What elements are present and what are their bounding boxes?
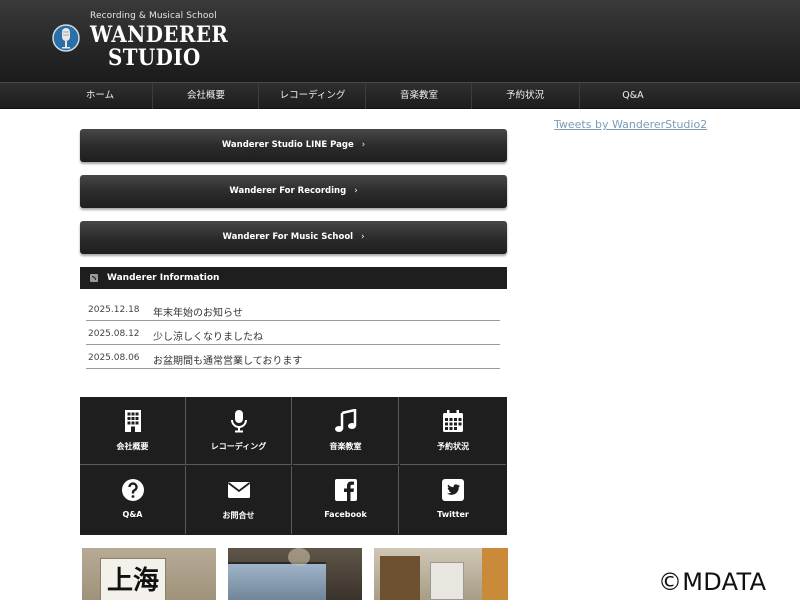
news-title[interactable]: 年末年始のお知らせ — [153, 304, 243, 319]
grid-item-label: 会社概要 — [116, 442, 149, 451]
chevron-right-icon: › — [354, 186, 358, 196]
logo-microphone-icon — [52, 24, 80, 52]
grid-item-label: Q&A — [122, 510, 143, 519]
nav-divider — [258, 83, 259, 109]
nav-divider — [471, 83, 472, 109]
quick-links-grid: 会社概要 レコーディング 音楽教室 予約状況 Q&A お問合せ Facebook… — [80, 397, 507, 535]
news-date: 2025.08.06 — [88, 353, 140, 363]
recording-button[interactable]: Wanderer For Recording › — [80, 175, 507, 208]
news-item[interactable]: 2025.12.18 年末年始のお知らせ — [86, 297, 500, 321]
grid-item-label: お問合せ — [222, 511, 255, 520]
lamp-light — [288, 548, 310, 566]
news-title[interactable]: お盆期間も通常営業しております — [153, 352, 302, 367]
button-label: Wanderer Studio LINE Page — [221, 140, 354, 150]
monitor-screen — [228, 562, 326, 600]
copyright-watermark: ©MDATA — [658, 568, 767, 596]
twitter-icon — [442, 479, 464, 501]
grid-item-reservation[interactable]: 予約状況 — [400, 397, 506, 465]
news-date: 2025.12.18 — [88, 305, 140, 315]
music-note-icon — [335, 409, 357, 432]
grid-item-facebook[interactable]: Facebook — [293, 466, 399, 534]
grid-item-company[interactable]: 会社概要 — [80, 397, 186, 465]
envelope-icon — [227, 482, 251, 498]
grid-item-contact[interactable]: お問合せ — [186, 466, 292, 534]
question-icon — [122, 479, 144, 501]
nav-divider — [365, 83, 366, 109]
nav-item-recording[interactable]: レコーディング — [260, 83, 365, 109]
sign-text: 上海 — [106, 566, 159, 596]
building-icon — [125, 410, 141, 432]
nav-item-home[interactable]: ホーム — [48, 83, 152, 109]
grid-item-label: レコーディング — [210, 442, 267, 451]
nav-item-qa[interactable]: Q&A — [581, 83, 685, 109]
information-header: Wanderer Information — [80, 267, 507, 289]
studio-photo-sign[interactable]: 上海 — [82, 548, 216, 600]
news-date: 2025.08.12 — [88, 329, 140, 339]
grid-item-label: 予約状況 — [437, 442, 469, 451]
news-title[interactable]: 少し涼しくなりましたね — [153, 328, 263, 343]
grid-item-label: Twitter — [437, 510, 469, 519]
nav-divider — [152, 83, 153, 109]
studio-photo-monitor[interactable] — [228, 548, 362, 600]
nav-item-company[interactable]: 会社概要 — [154, 83, 258, 109]
site-header: Recording & Musical School WANDERER STUD… — [0, 0, 800, 82]
rss-icon[interactable] — [90, 274, 98, 282]
logo-text-studio[interactable]: STUDIO — [108, 45, 201, 71]
grid-item-twitter[interactable]: Twitter — [400, 466, 506, 534]
main-nav: ホーム 会社概要 レコーディング 音楽教室 予約状況 Q&A — [0, 82, 800, 109]
nav-item-music-school[interactable]: 音楽教室 — [367, 83, 471, 109]
studio-photo-room[interactable] — [374, 548, 508, 600]
news-item[interactable]: 2025.08.06 お盆期間も通常営業しております — [86, 345, 500, 369]
information-title: Wanderer Information — [107, 273, 220, 283]
calendar-icon — [443, 410, 463, 432]
chevron-right-icon: › — [361, 232, 365, 242]
site-tagline: Recording & Musical School — [90, 11, 217, 21]
grid-item-label: Facebook — [324, 510, 367, 519]
nav-item-reservation[interactable]: 予約状況 — [473, 83, 577, 109]
grid-item-label: 音楽教室 — [329, 442, 362, 451]
grid-item-qa[interactable]: Q&A — [80, 466, 186, 534]
button-label: Wanderer For Recording — [229, 186, 347, 196]
nav-divider — [579, 83, 580, 109]
furniture-shape — [380, 556, 420, 600]
news-item[interactable]: 2025.08.12 少し涼しくなりましたね — [86, 321, 500, 345]
chevron-right-icon: › — [361, 140, 366, 150]
grid-item-music-school[interactable]: 音楽教室 — [293, 397, 399, 465]
music-school-button[interactable]: Wanderer For Music School › — [80, 221, 507, 254]
button-label: Wanderer For Music School — [222, 232, 354, 242]
twitter-timeline-link[interactable]: Tweets by WandererStudio2 — [554, 118, 707, 131]
line-page-button[interactable]: Wanderer Studio LINE Page › — [80, 129, 507, 162]
grid-item-recording[interactable]: レコーディング — [186, 397, 292, 465]
appliance-shape — [430, 562, 464, 600]
microphone-icon — [231, 410, 247, 433]
wall-panel-shape — [482, 548, 508, 600]
facebook-icon — [335, 479, 357, 501]
